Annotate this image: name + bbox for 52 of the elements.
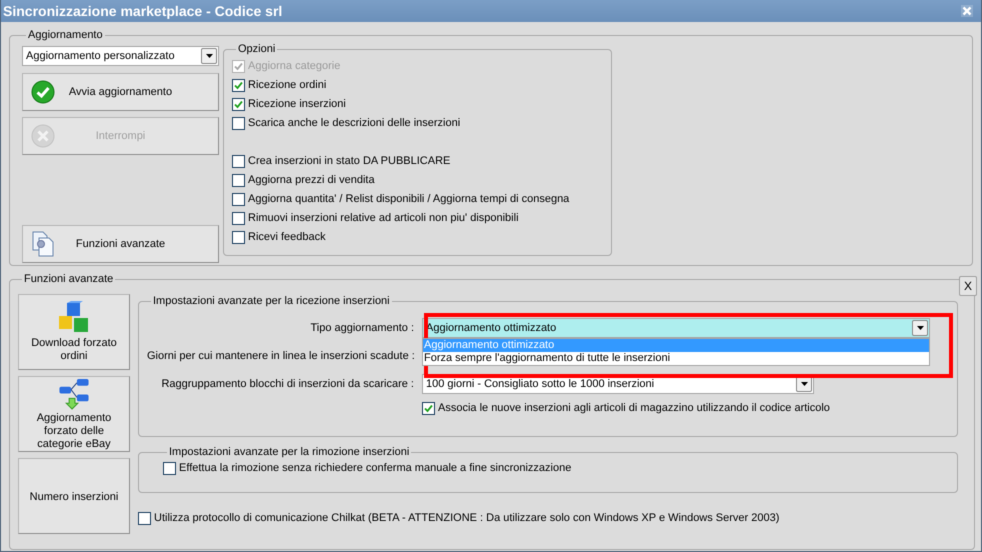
checkbox[interactable] bbox=[232, 79, 245, 92]
checkbox[interactable] bbox=[422, 402, 435, 415]
dropdown-field[interactable]: Aggiornamento ottimizzato bbox=[422, 318, 930, 338]
group-title: Impostazioni avanzate per la ricezione inserzioni bbox=[152, 294, 391, 308]
checkbox[interactable] bbox=[232, 98, 245, 111]
function-button[interactable]: Aggiornamento forzato delle categorie eBay bbox=[18, 376, 130, 452]
field-label: Tipo aggiornamento : bbox=[309, 320, 414, 336]
checkbox-label: Associa le nuove inserzioni agli articoli di magazzino utilizzando il codice articolo bbox=[438, 401, 830, 416]
checkbox-label: Crea inserzioni in stato DA PUBBLICARE bbox=[248, 154, 450, 170]
checkbox[interactable] bbox=[232, 212, 245, 225]
checkbox-label: Effettua la rimozione senza richiedere conferma manuale a fine sincronizzazione bbox=[179, 461, 572, 476]
checkbox-label: Ricezione inserzioni bbox=[248, 97, 346, 112]
cross-circle-icon bbox=[31, 124, 55, 148]
caret-icon bbox=[800, 382, 808, 386]
group-title: Opzioni bbox=[237, 42, 276, 56]
checkbox[interactable] bbox=[232, 117, 245, 130]
window-title: Sincronizzazione marketplace - Codice srl bbox=[3, 2, 282, 21]
dropdown-button[interactable] bbox=[201, 48, 217, 64]
check-circle-icon bbox=[31, 80, 55, 104]
function-button[interactable]: Numero inserzioni bbox=[18, 458, 130, 534]
checkbox-label: Aggiorna categorie bbox=[248, 59, 340, 74]
action-button[interactable]: Funzioni avanzate bbox=[22, 225, 219, 263]
cubes-icon bbox=[57, 301, 91, 335]
field-label: Raggruppamento blocchi di inserzioni da scaricare : bbox=[160, 376, 414, 392]
group-title: Aggiornamento bbox=[27, 28, 104, 42]
checkbox[interactable] bbox=[232, 231, 245, 244]
action-button[interactable]: Avvia aggiornamento bbox=[22, 73, 219, 111]
checkbox-label: Aggiorna prezzi di vendita bbox=[248, 173, 375, 188]
close-panel-button[interactable]: X bbox=[959, 276, 977, 296]
mode-dropdown[interactable]: Aggiornamento personalizzato bbox=[22, 46, 219, 66]
group-title: Funzioni avanzate bbox=[23, 272, 114, 286]
caret-icon bbox=[916, 326, 924, 330]
close-icon bbox=[962, 6, 972, 16]
checkbox-label: Rimuovi inserzioni relative ad articoli non piu' disponibili bbox=[248, 211, 519, 226]
group-title: Impostazioni avanzate per la rimozione inserzioni bbox=[168, 445, 410, 459]
function-button[interactable]: Download forzato ordini bbox=[18, 294, 130, 370]
checkbox[interactable] bbox=[138, 512, 151, 525]
checkbox-label: Ricezione ordini bbox=[248, 78, 326, 94]
dropdown-button[interactable] bbox=[912, 320, 928, 336]
checkbox-label: Scarica anche le descrizioni delle inserzioni bbox=[248, 116, 460, 132]
checkbox[interactable] bbox=[232, 193, 245, 206]
checkbox[interactable] bbox=[232, 174, 245, 187]
checkbox[interactable] bbox=[163, 462, 176, 475]
checkbox-label: Ricevi feedback bbox=[248, 230, 326, 246]
diagram-icon bbox=[57, 377, 91, 410]
dropdown-option[interactable]: Forza sempre l'aggiornamento di tutte le inserzioni bbox=[423, 352, 929, 365]
caret-icon bbox=[206, 54, 212, 58]
checkbox[interactable] bbox=[232, 155, 245, 168]
field-label: Giorni per cui mantenere in linea le inserzioni scadute : bbox=[147, 348, 414, 364]
document-gear-icon bbox=[31, 231, 55, 257]
checkbox-label: Utilizza protocollo di comunicazione Chilkat (BETA - ATTENZIONE : Da utilizzare solo con Windows XP e Windows Server 2003) bbox=[154, 511, 780, 526]
checkbox-label: Aggiorna quantita' / Relist disponibili / Aggiorna tempi di consegna bbox=[248, 192, 570, 208]
